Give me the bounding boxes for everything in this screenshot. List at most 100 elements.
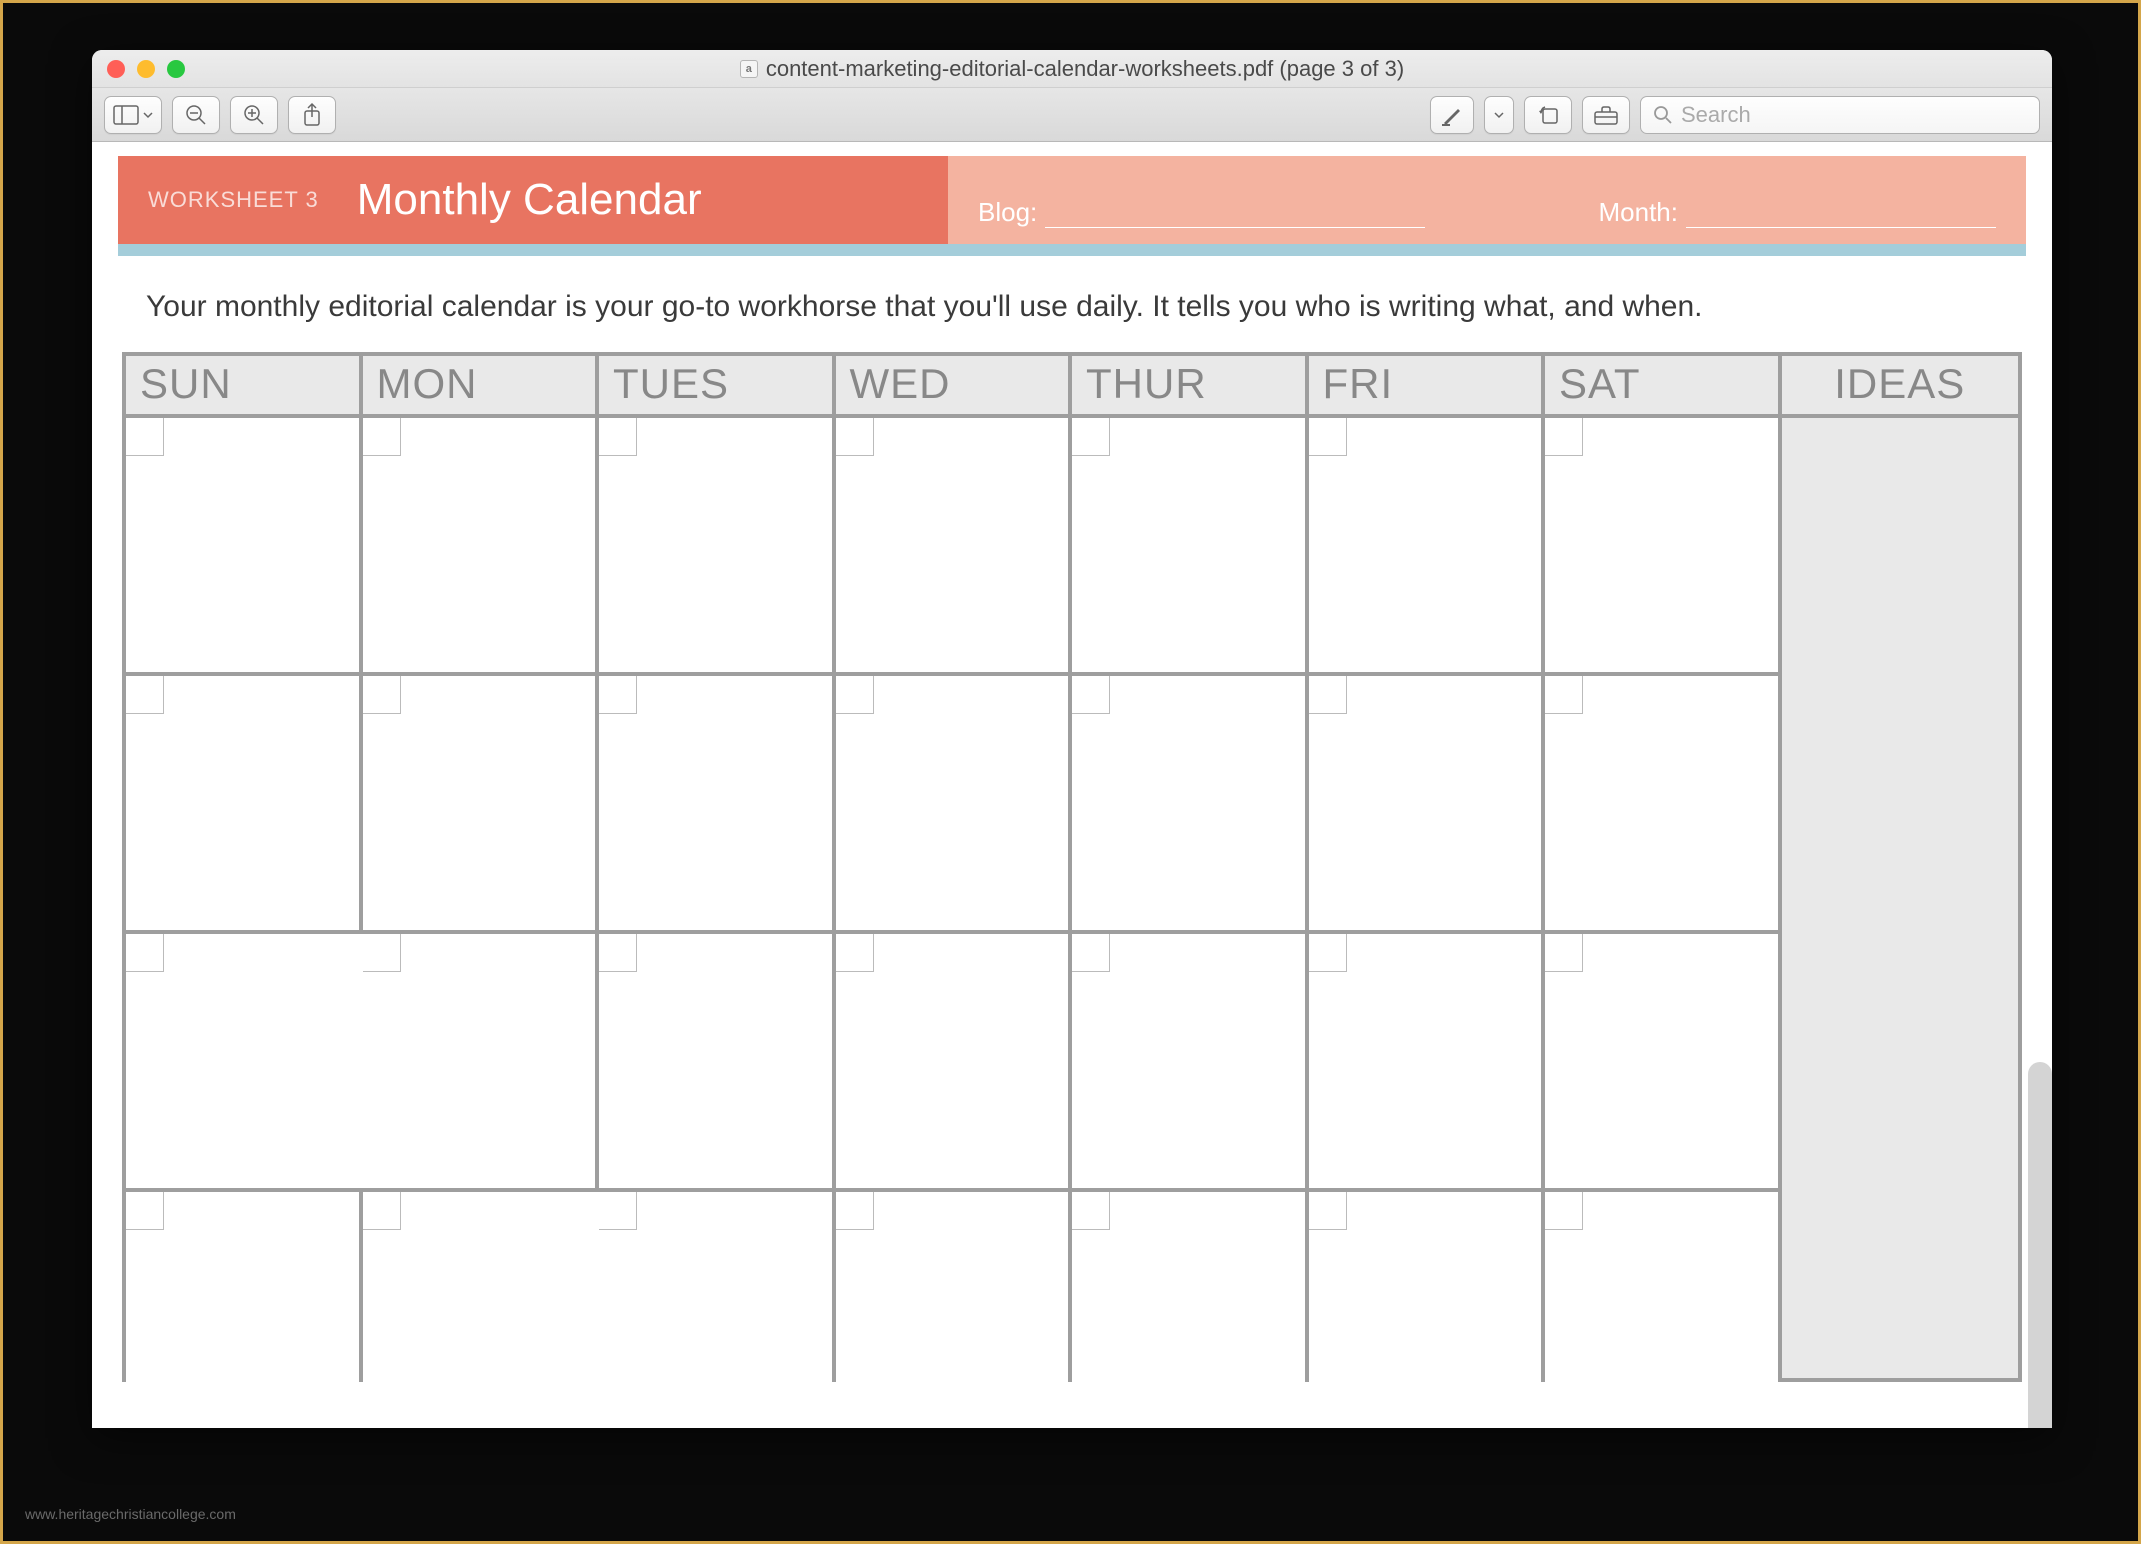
calendar-cell <box>1309 1192 1546 1382</box>
date-box <box>1072 1192 1110 1230</box>
sidebar-toggle-button[interactable] <box>104 96 162 134</box>
calendar-cell <box>1072 418 1309 676</box>
worksheet-number: WORKSHEET 3 <box>148 187 319 213</box>
calendar-cell <box>599 418 836 676</box>
highlighter-icon <box>1440 103 1464 127</box>
markup-button[interactable] <box>1582 96 1630 134</box>
highlight-menu-button[interactable] <box>1484 96 1514 134</box>
date-box <box>1545 1192 1583 1230</box>
rotate-icon <box>1535 103 1561 127</box>
month-input-line <box>1686 226 1996 228</box>
calendar-cell <box>363 418 600 676</box>
calendar-cell <box>126 676 363 934</box>
calendar-cell <box>1545 1192 1782 1382</box>
toolbar: Search <box>92 88 2052 142</box>
zoom-in-button[interactable] <box>230 96 278 134</box>
document-viewport[interactable]: WORKSHEET 3 Monthly Calendar Blog: Month… <box>92 142 2052 1428</box>
date-box <box>126 934 164 972</box>
calendar-cell <box>363 1192 600 1382</box>
calendar-grid: SUN MON TUES WED THUR FRI SAT IDEAS <box>122 352 2022 1382</box>
date-box <box>1072 934 1110 972</box>
ideas-cell <box>1782 418 2019 1382</box>
calendar-cell <box>126 1192 363 1382</box>
date-box <box>599 676 637 714</box>
blog-field: Blog: <box>978 197 1425 228</box>
scrollbar-thumb[interactable] <box>2028 1062 2052 1428</box>
calendar-cell <box>836 934 1073 1192</box>
calendar-cell <box>836 418 1073 676</box>
calendar-cell <box>1072 1192 1309 1382</box>
watermark: www.heritagechristiancollege.com <box>25 1506 236 1522</box>
date-box <box>836 934 874 972</box>
calendar-cell <box>1309 934 1546 1192</box>
date-box <box>599 1192 637 1230</box>
day-header-thu: THUR <box>1072 356 1309 418</box>
date-box <box>1309 418 1347 456</box>
day-header-tue: TUES <box>599 356 836 418</box>
day-header-sun: SUN <box>126 356 363 418</box>
date-box <box>1072 676 1110 714</box>
day-header-sat: SAT <box>1545 356 1782 418</box>
date-box <box>1309 676 1347 714</box>
chevron-down-icon <box>1493 111 1505 119</box>
zoom-out-button[interactable] <box>172 96 220 134</box>
date-box <box>126 676 164 714</box>
zoom-in-icon <box>242 103 266 127</box>
chevron-down-icon <box>143 111 153 119</box>
calendar-cell <box>1072 676 1309 934</box>
document-icon: a <box>740 60 758 78</box>
window-title: a content-marketing-editorial-calendar-w… <box>92 56 2052 82</box>
date-box <box>1545 934 1583 972</box>
search-placeholder: Search <box>1681 102 1751 128</box>
fullscreen-button[interactable] <box>167 60 185 78</box>
intro-text: Your monthly editorial calendar is your … <box>118 256 2026 352</box>
titlebar: a content-marketing-editorial-calendar-w… <box>92 50 2052 88</box>
close-button[interactable] <box>107 60 125 78</box>
calendar-cell <box>836 676 1073 934</box>
share-icon <box>302 102 322 128</box>
date-box <box>126 1192 164 1230</box>
blog-input-line <box>1045 226 1425 228</box>
date-box <box>1072 418 1110 456</box>
month-field: Month: <box>1599 197 1997 228</box>
zoom-out-icon <box>184 103 208 127</box>
worksheet-title: Monthly Calendar <box>357 175 702 225</box>
pdf-page: WORKSHEET 3 Monthly Calendar Blog: Month… <box>118 156 2026 1382</box>
date-box <box>836 1192 874 1230</box>
date-box <box>1545 676 1583 714</box>
calendar-cell <box>1545 934 1782 1192</box>
window-controls <box>92 60 185 78</box>
calendar-cell <box>1072 934 1309 1192</box>
date-box <box>1545 418 1583 456</box>
calendar-cell <box>599 1192 836 1382</box>
date-box <box>1309 934 1347 972</box>
search-input[interactable]: Search <box>1640 96 2040 134</box>
day-header-wed: WED <box>836 356 1073 418</box>
share-button[interactable] <box>288 96 336 134</box>
day-header-mon: MON <box>363 356 600 418</box>
calendar-cell <box>1309 418 1546 676</box>
worksheet-banner: WORKSHEET 3 Monthly Calendar Blog: Month… <box>118 156 2026 244</box>
date-box <box>599 934 637 972</box>
calendar-cell <box>1545 676 1782 934</box>
date-box <box>836 418 874 456</box>
sidebar-icon <box>113 105 139 125</box>
calendar-cell <box>836 1192 1073 1382</box>
accent-bar <box>118 244 2026 256</box>
day-header-fri: FRI <box>1309 356 1546 418</box>
date-box <box>126 418 164 456</box>
calendar-cell <box>126 934 363 1192</box>
highlight-button[interactable] <box>1430 96 1474 134</box>
calendar-cell <box>599 676 836 934</box>
search-icon <box>1653 105 1673 125</box>
date-box <box>599 418 637 456</box>
date-box <box>836 676 874 714</box>
date-box <box>363 1192 401 1230</box>
date-box <box>363 676 401 714</box>
calendar-cell <box>599 934 836 1192</box>
date-box <box>1309 1192 1347 1230</box>
rotate-button[interactable] <box>1524 96 1572 134</box>
ideas-header: IDEAS <box>1782 356 2019 418</box>
app-window: a content-marketing-editorial-calendar-w… <box>92 50 2052 1428</box>
minimize-button[interactable] <box>137 60 155 78</box>
